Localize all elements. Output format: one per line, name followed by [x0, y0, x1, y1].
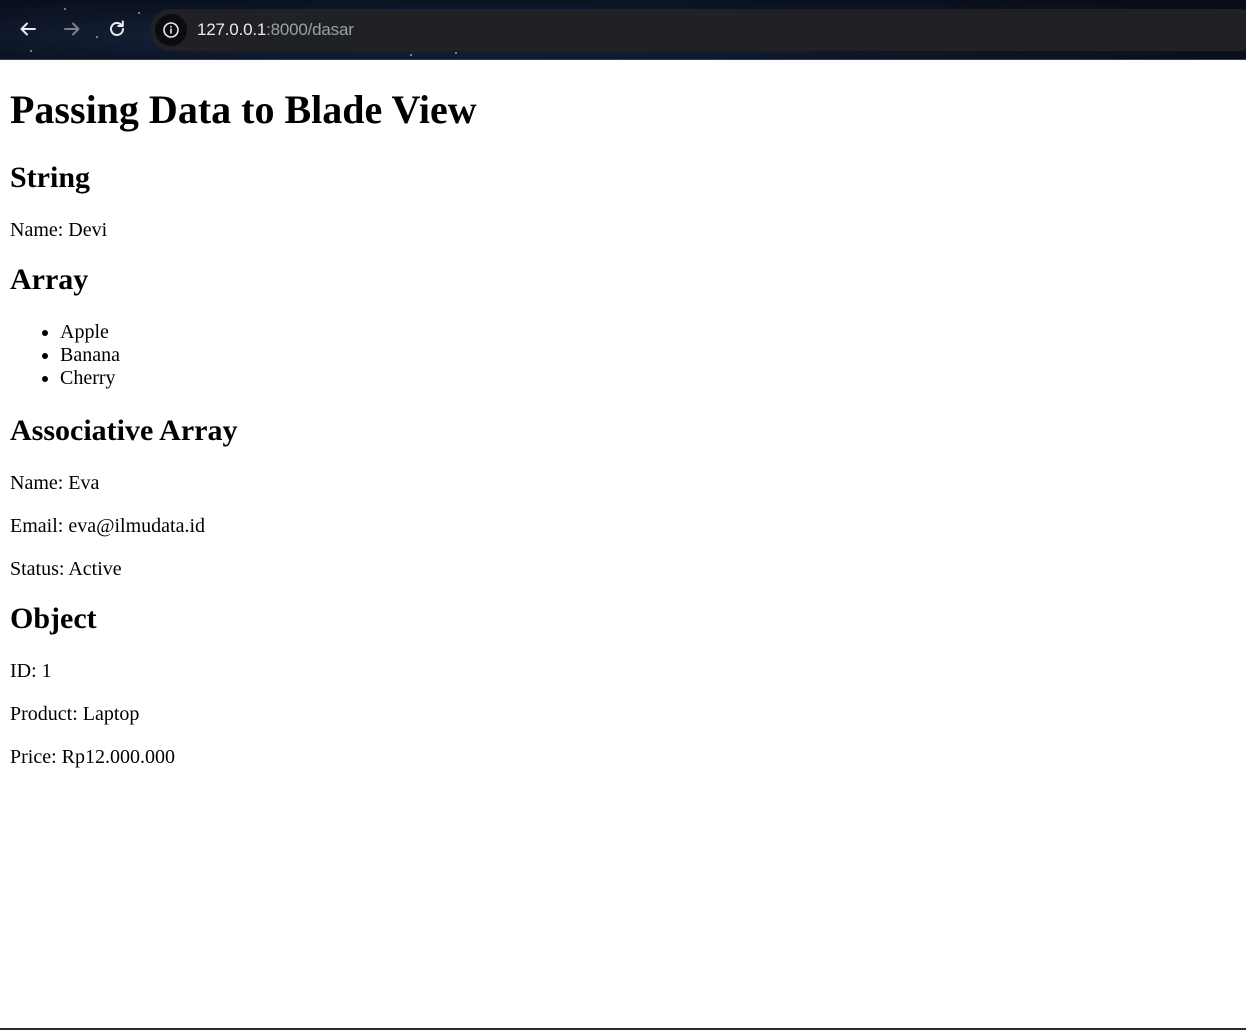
back-button[interactable] [13, 14, 43, 44]
section-heading-object: Object [10, 602, 97, 635]
list-item: Banana [60, 344, 1236, 367]
site-info-button[interactable] [155, 14, 187, 46]
assoc-email-line: Email: eva@ilmudata.id [10, 515, 206, 537]
browser-toolbar: 127.0.0.1:8000/dasar [0, 0, 1246, 60]
url-path: :8000/dasar [266, 20, 354, 39]
background-star [410, 54, 412, 56]
forward-button[interactable] [57, 14, 87, 44]
background-star [138, 12, 140, 14]
list-item: Apple [60, 321, 1236, 344]
reload-icon [110, 20, 124, 36]
page-content: Passing Data to Blade View String Name: … [0, 60, 1246, 1028]
object-product-line: Product: Laptop [10, 703, 140, 725]
list-item: Cherry [60, 367, 1236, 390]
section-heading-string: String [10, 161, 91, 194]
section-heading-array: Array [10, 263, 89, 296]
fruit-list: Apple Banana Cherry [10, 321, 1236, 390]
reload-button[interactable] [102, 14, 132, 44]
string-name-line: Name: Devi [10, 219, 108, 241]
object-price-line: Price: Rp12.000.000 [10, 746, 175, 768]
object-id-line: ID: 1 [10, 660, 52, 682]
assoc-status-line: Status: Active [10, 558, 122, 580]
section-heading-associative-array: Associative Array [10, 414, 238, 447]
background-star [30, 50, 32, 52]
url-host: 127.0.0.1 [197, 20, 267, 39]
page-title: Passing Data to Blade View [10, 87, 477, 132]
forward-arrow-icon [64, 22, 80, 36]
info-icon [163, 22, 179, 38]
url-text[interactable]: 127.0.0.1:8000/dasar [197, 20, 354, 40]
background-star [64, 8, 66, 10]
background-star [96, 36, 98, 38]
back-arrow-icon [20, 22, 36, 36]
address-bar[interactable]: 127.0.0.1:8000/dasar [150, 9, 1246, 51]
background-star [455, 52, 457, 54]
assoc-name-line: Name: Eva [10, 472, 100, 494]
